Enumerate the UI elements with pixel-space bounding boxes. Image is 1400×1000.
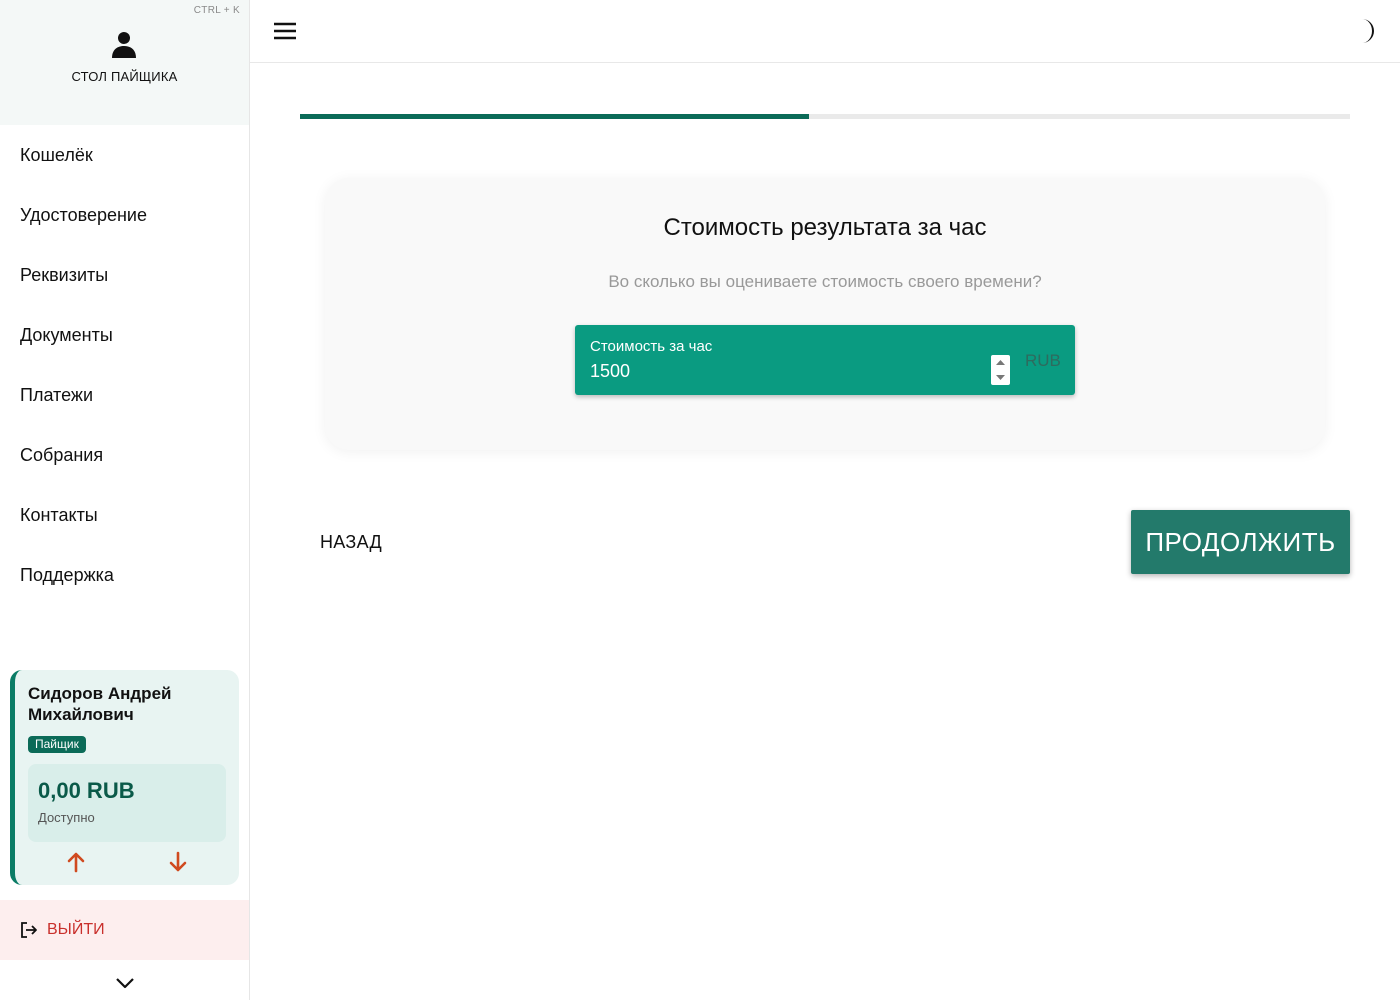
sidebar-item-meetings[interactable]: Собрания bbox=[0, 425, 249, 485]
sidebar-item-documents[interactable]: Документы bbox=[0, 305, 249, 365]
role-badge: Пайщик bbox=[28, 736, 86, 753]
sidebar: CTRL + K СТОЛ ПАЙЩИКА Кошелёк Удостовере… bbox=[0, 0, 250, 1000]
continue-button[interactable]: ПРОДОЛЖИТЬ bbox=[1131, 510, 1350, 574]
sidebar-item-certificate[interactable]: Удостоверение bbox=[0, 185, 249, 245]
step-card: Стоимость результата за час Во сколько в… bbox=[325, 178, 1325, 450]
balance-label: Доступно bbox=[38, 810, 95, 825]
arrow-down-icon[interactable] bbox=[166, 850, 190, 874]
hourly-rate-field[interactable]: Стоимость за час RUB bbox=[575, 325, 1075, 395]
balance-box: 0,00 RUB Доступно bbox=[28, 764, 226, 842]
stepper-down-icon[interactable] bbox=[991, 370, 1010, 385]
sidebar-item-support[interactable]: Поддержка bbox=[0, 545, 249, 605]
sidebar-title: СТОЛ ПАЙЩИКА bbox=[71, 69, 178, 84]
user-icon bbox=[112, 32, 136, 58]
hourly-rate-label: Стоимость за час bbox=[590, 338, 713, 355]
sidebar-item-contacts[interactable]: Контакты bbox=[0, 485, 249, 545]
stepper-up-icon[interactable] bbox=[991, 355, 1010, 370]
step-title: Стоимость результата за час bbox=[663, 214, 987, 241]
hourly-rate-input[interactable] bbox=[590, 359, 970, 383]
step-subtitle: Во сколько вы оцениваете стоимость своег… bbox=[608, 272, 1042, 291]
chevron-down-icon[interactable] bbox=[114, 975, 136, 991]
search-shortcut-hint: CTRL + K bbox=[193, 5, 240, 16]
arrow-up-icon[interactable] bbox=[64, 850, 88, 874]
user-card: Сидоров Андрей Михайлович Пайщик 0,00 RU… bbox=[10, 670, 239, 885]
balance-amount: 0,00 RUB bbox=[38, 778, 135, 803]
progress-bar-fill bbox=[300, 114, 810, 119]
hamburger-menu-icon[interactable] bbox=[272, 18, 298, 44]
back-button[interactable]: НАЗАД bbox=[320, 532, 382, 553]
moon-icon[interactable] bbox=[1354, 17, 1378, 45]
user-name: Сидоров Андрей Михайлович bbox=[28, 684, 172, 724]
progress-bar bbox=[300, 114, 1350, 119]
sidebar-item-requisites[interactable]: Реквизиты bbox=[0, 245, 249, 305]
top-bar bbox=[250, 0, 1400, 63]
sidebar-item-payments[interactable]: Платежи bbox=[0, 365, 249, 425]
sidebar-nav: Кошелёк Удостоверение Реквизиты Документ… bbox=[0, 125, 249, 605]
currency-suffix: RUB bbox=[1025, 351, 1061, 370]
logout-label: ВЫЙТИ bbox=[47, 921, 105, 938]
sidebar-item-wallet[interactable]: Кошелёк bbox=[0, 125, 249, 185]
logout-button[interactable]: ВЫЙТИ bbox=[0, 900, 249, 960]
logout-icon bbox=[21, 922, 37, 938]
number-stepper[interactable] bbox=[991, 355, 1010, 385]
sidebar-header: CTRL + K СТОЛ ПАЙЩИКА bbox=[0, 0, 249, 125]
